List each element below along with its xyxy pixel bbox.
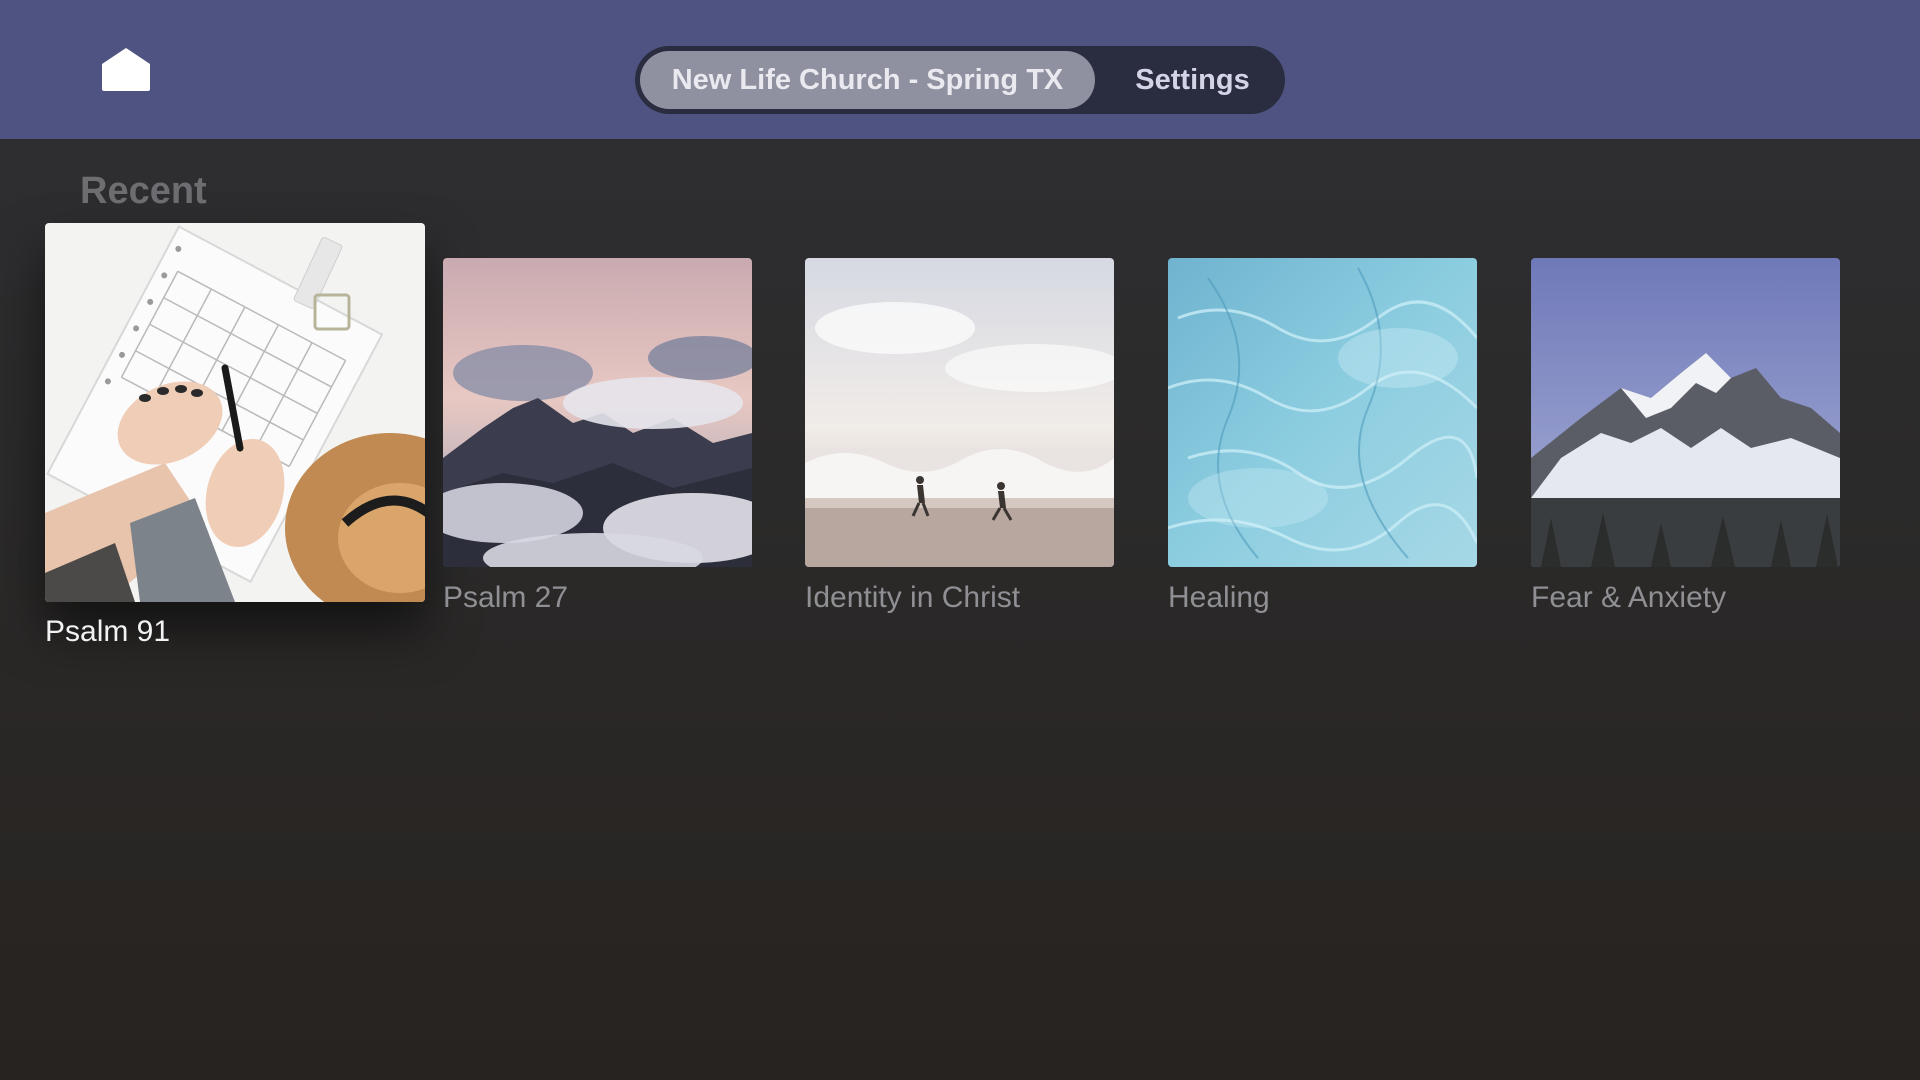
recent-item-healing[interactable]: Healing bbox=[1168, 258, 1477, 628]
tab-settings[interactable]: Settings bbox=[1105, 51, 1280, 109]
item-title: Identity in Christ bbox=[805, 581, 1021, 614]
recent-item-psalm-27[interactable]: Psalm 27 bbox=[443, 258, 752, 628]
item-title: Fear & Anxiety bbox=[1531, 581, 1727, 614]
house-icon[interactable] bbox=[99, 46, 153, 92]
item-artwork bbox=[45, 223, 425, 602]
top-bar: New Life Church - Spring TX Settings bbox=[0, 0, 1920, 139]
tab-church[interactable]: New Life Church - Spring TX bbox=[640, 51, 1095, 109]
item-artwork bbox=[1168, 258, 1477, 567]
recent-item-identity-in-christ[interactable]: Identity in Christ bbox=[805, 258, 1114, 628]
recent-item-fear-and-anxiety[interactable]: Fear & Anxiety bbox=[1531, 258, 1840, 628]
item-title: Healing bbox=[1168, 581, 1270, 614]
item-title: Psalm 27 bbox=[443, 581, 569, 614]
top-segmented-control: New Life Church - Spring TX Settings bbox=[635, 46, 1285, 114]
item-artwork bbox=[805, 258, 1114, 567]
item-title: Psalm 91 bbox=[45, 615, 171, 648]
recent-item-psalm-91[interactable]: Psalm 91 bbox=[45, 223, 425, 663]
recent-section-title: Recent bbox=[80, 170, 207, 212]
item-artwork bbox=[443, 258, 752, 567]
item-artwork bbox=[1531, 258, 1840, 567]
